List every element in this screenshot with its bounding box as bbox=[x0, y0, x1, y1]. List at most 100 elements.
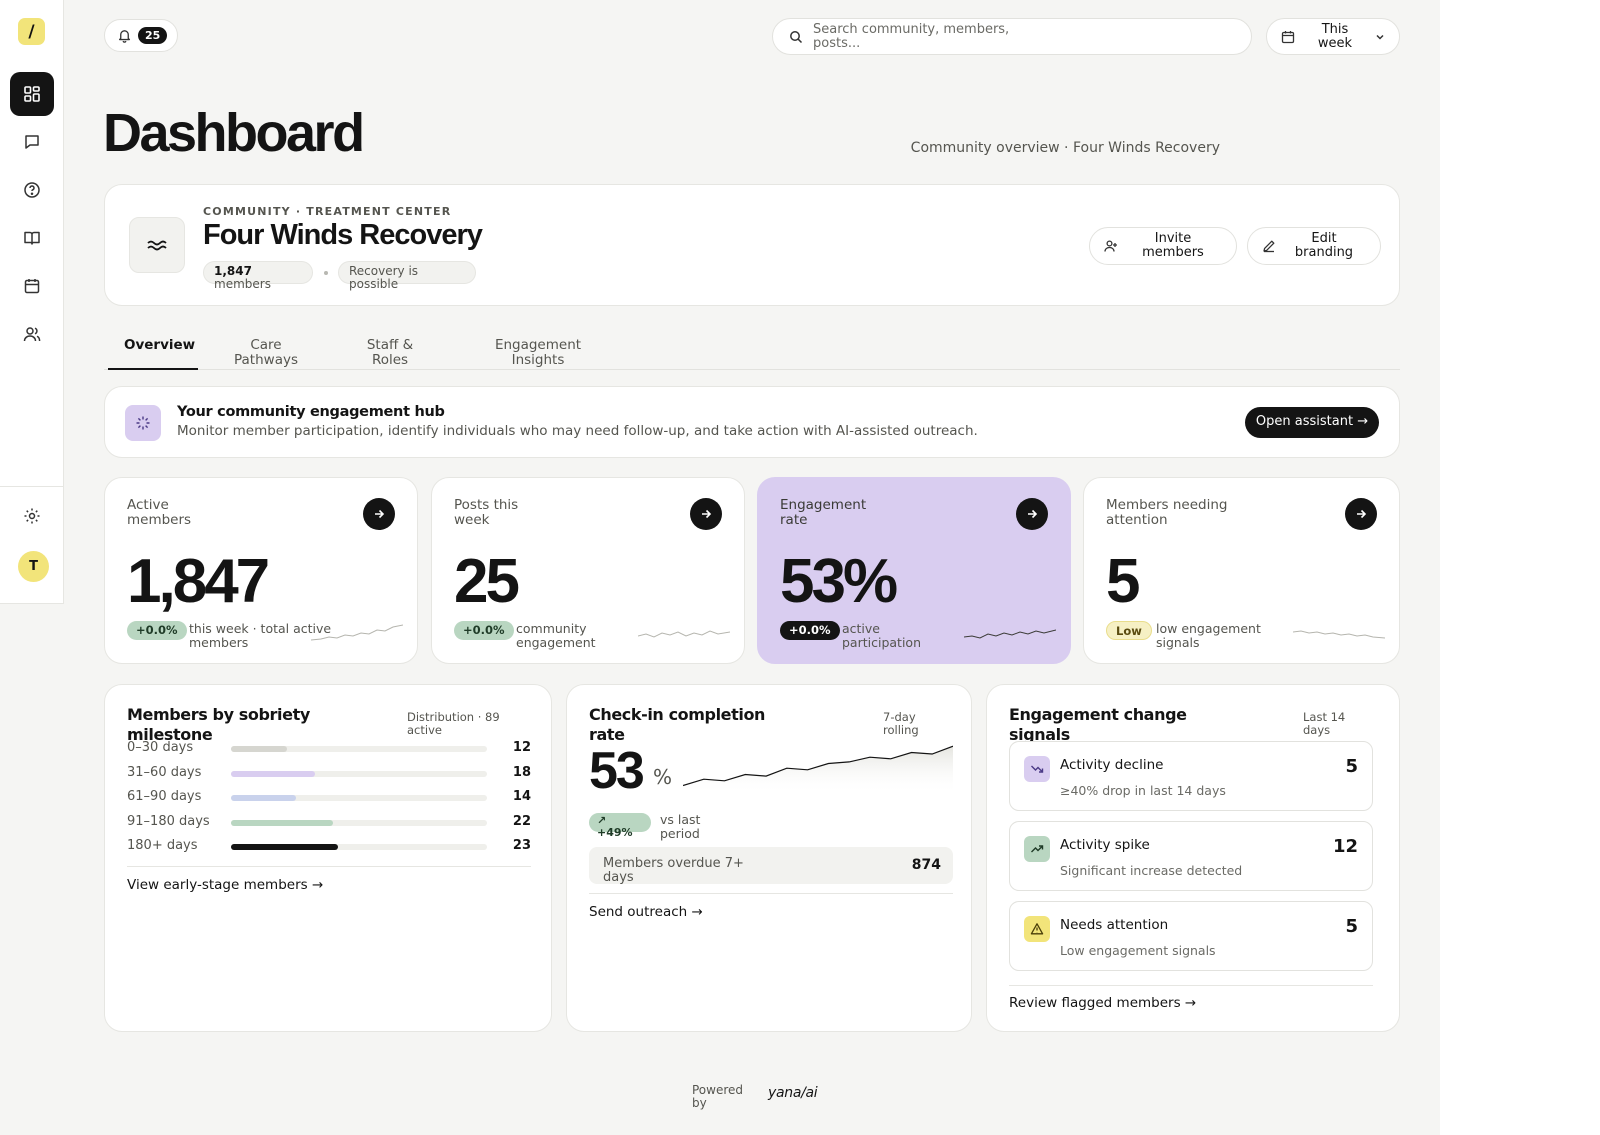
sparkline bbox=[311, 624, 403, 641]
app-shell: / T 25 Search community, members, posts.… bbox=[0, 0, 1440, 1135]
nav-dashboard[interactable] bbox=[10, 72, 54, 116]
tab-staff-roles[interactable]: Staff & Roles bbox=[360, 338, 420, 368]
invite-members-label: Invite members bbox=[1142, 231, 1204, 260]
hub-icon bbox=[125, 405, 161, 441]
stat-card-posts[interactable]: Posts this week 25 +0.0% community engag… bbox=[431, 477, 745, 664]
stat-change-badge: +0.0% bbox=[127, 621, 187, 640]
signal-count: 12 bbox=[1332, 836, 1358, 857]
stat-card-needs-attention[interactable]: Members needing attention 5 Low low enga… bbox=[1083, 477, 1400, 664]
stat-card-active-members[interactable]: Active members 1,847 +0.0% this week · t… bbox=[104, 477, 418, 664]
arrow-right-icon bbox=[375, 509, 385, 519]
notification-count: 25 bbox=[138, 27, 168, 44]
users-icon bbox=[23, 327, 41, 342]
stat-note: community engagement bbox=[516, 621, 596, 650]
calendar-icon bbox=[1281, 30, 1295, 43]
milestone-row: 0–30 days 12 bbox=[127, 739, 531, 759]
nav-settings[interactable] bbox=[10, 494, 54, 538]
checkin-trend-chart bbox=[683, 745, 953, 795]
book-icon bbox=[24, 231, 40, 245]
member-count-chip: 1,847 members bbox=[203, 261, 313, 291]
trend-area bbox=[683, 746, 953, 795]
page-subtitle: Community overview · Four Winds Recovery bbox=[910, 140, 1220, 156]
checkin-change-badge: ↗ +49% bbox=[589, 813, 651, 839]
signal-needs-attention[interactable]: Needs attention Low engagement signals 5 bbox=[1009, 901, 1373, 971]
signal-activity-spike[interactable]: Activity spike Significant increase dete… bbox=[1009, 821, 1373, 891]
card-meta: Last 14 days bbox=[1303, 710, 1346, 737]
overdue-value: 874 bbox=[911, 857, 941, 873]
checkin-card: Check-in completion rate 7-day rolling 5… bbox=[566, 684, 972, 1032]
tab-overview[interactable]: Overview bbox=[124, 338, 195, 353]
open-stat-button[interactable] bbox=[1016, 498, 1048, 530]
nav-help[interactable] bbox=[10, 168, 54, 212]
tab-engagement-insights[interactable]: Engagement Insights bbox=[488, 338, 588, 368]
divider bbox=[127, 866, 531, 867]
tab-care-pathways[interactable]: Care Pathways bbox=[232, 338, 300, 368]
brand-logo[interactable]: yana/ai bbox=[768, 1085, 818, 1101]
community-kicker: COMMUNITY · TREATMENT CENTER bbox=[203, 205, 452, 218]
edit-branding-button[interactable]: Edit branding bbox=[1247, 227, 1381, 265]
review-flagged-link[interactable]: Review flagged members → bbox=[1009, 995, 1196, 1011]
milestone-count: 12 bbox=[512, 740, 531, 755]
signal-icon-box bbox=[1024, 756, 1050, 782]
stat-label: Active members bbox=[127, 497, 192, 528]
signal-count: 5 bbox=[1345, 916, 1358, 937]
nav-messages[interactable] bbox=[10, 120, 54, 164]
milestone-row: 91–180 days 22 bbox=[127, 813, 531, 833]
overdue-members-row: Members overdue 7+ days 874 bbox=[589, 847, 953, 885]
signal-description: ≥40% drop in last 14 days bbox=[1060, 783, 1226, 798]
stat-card-engagement-rate[interactable]: Engagement rate 53% +0.0% active partici… bbox=[757, 477, 1071, 664]
nav-calendar[interactable] bbox=[10, 264, 54, 308]
tab-bar: Overview Care Pathways Staff & Roles Eng… bbox=[104, 336, 1400, 370]
card-title: Engagement change signals bbox=[1009, 705, 1187, 744]
page-margin bbox=[1440, 0, 1600, 1135]
stat-value: 5 bbox=[1106, 547, 1141, 616]
app-logo[interactable]: / bbox=[18, 18, 45, 45]
stat-value: 25 bbox=[454, 547, 520, 616]
milestone-bar bbox=[231, 819, 334, 826]
nav-members[interactable] bbox=[10, 312, 54, 356]
search-placeholder: Search community, members, posts... bbox=[813, 21, 1010, 51]
signal-title: Needs attention bbox=[1060, 917, 1169, 933]
signal-title: Activity spike bbox=[1060, 837, 1150, 853]
open-stat-button[interactable] bbox=[1345, 498, 1377, 530]
open-stat-button[interactable] bbox=[363, 498, 395, 530]
milestone-row: 31–60 days 18 bbox=[127, 764, 531, 784]
invite-members-button[interactable]: Invite members bbox=[1089, 227, 1237, 265]
card-meta: Distribution · 89 active bbox=[407, 710, 500, 737]
avatar[interactable]: T bbox=[18, 551, 49, 582]
checkin-rate-unit: % bbox=[653, 765, 673, 789]
period-select[interactable]: This week bbox=[1266, 18, 1400, 55]
member-suffix: members bbox=[214, 277, 271, 291]
milestone-label: 31–60 days bbox=[127, 764, 202, 780]
search-icon bbox=[790, 30, 803, 43]
signal-activity-decline[interactable]: Activity decline ≥40% drop in last 14 da… bbox=[1009, 741, 1373, 811]
search-input[interactable]: Search community, members, posts... bbox=[772, 18, 1252, 55]
nav-library[interactable] bbox=[10, 216, 54, 260]
signal-count: 5 bbox=[1345, 756, 1358, 777]
engagement-hub-banner: Your community engagement hub Monitor me… bbox=[104, 386, 1400, 458]
signal-icon-box bbox=[1024, 836, 1050, 862]
overdue-label: Members overdue 7+ days bbox=[603, 856, 744, 885]
stat-label: Engagement rate bbox=[780, 497, 867, 528]
view-early-stage-link[interactable]: View early-stage members → bbox=[127, 877, 323, 893]
milestone-bar-track bbox=[231, 819, 487, 826]
notifications-button[interactable]: 25 bbox=[104, 19, 178, 52]
milestone-bar-track bbox=[231, 746, 487, 752]
milestone-label: 61–90 days bbox=[127, 789, 202, 804]
member-count: 1,847 bbox=[214, 264, 252, 278]
tagline-chip: Recovery is possible bbox=[338, 261, 476, 291]
milestone-count: 18 bbox=[512, 764, 531, 780]
sobriety-milestone-card: Members by sobriety milestone Distributi… bbox=[104, 684, 552, 1032]
stat-label: Posts this week bbox=[454, 497, 519, 528]
open-assistant-button[interactable]: Open assistant → bbox=[1245, 407, 1379, 438]
milestone-label: 180+ days bbox=[127, 838, 198, 853]
stat-note: active participation bbox=[842, 621, 921, 650]
stat-label: Members needing attention bbox=[1106, 497, 1228, 528]
active-tab-indicator bbox=[108, 368, 198, 370]
arrow-right-icon bbox=[1357, 509, 1367, 519]
hub-title: Your community engagement hub bbox=[177, 404, 445, 420]
signal-icon-box bbox=[1024, 916, 1050, 942]
open-stat-button[interactable] bbox=[690, 498, 722, 530]
send-outreach-link[interactable]: Send outreach → bbox=[589, 904, 703, 920]
milestone-count: 14 bbox=[512, 789, 531, 804]
